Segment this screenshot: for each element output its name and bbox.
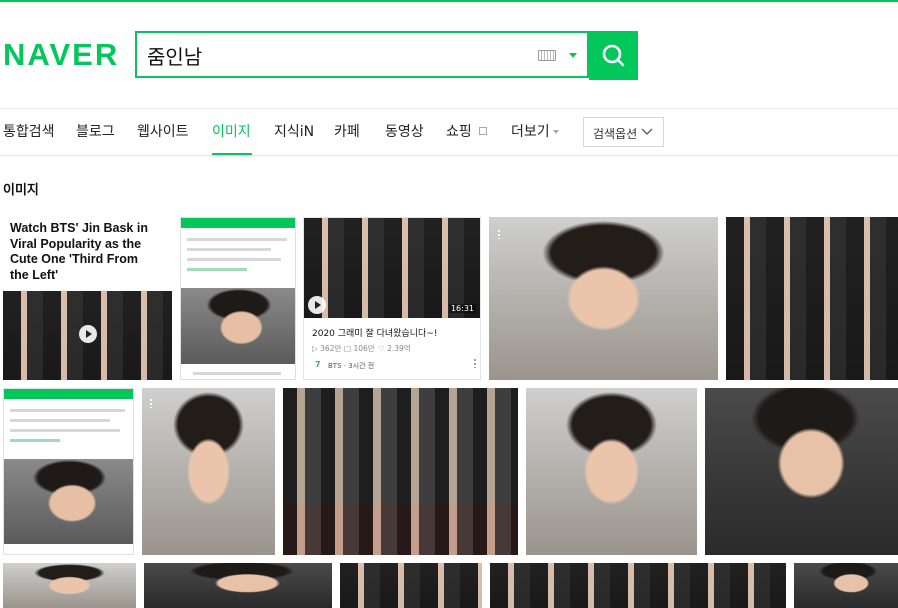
image-result-11[interactable] [3,563,136,608]
keyboard-icon[interactable] [538,50,556,61]
search-box [135,31,589,78]
play-icon [308,296,326,314]
image-result-6[interactable] [3,388,134,555]
image-result-10[interactable] [705,388,898,555]
video-likes: ♡ 2.39억 [378,344,411,353]
image-result-9[interactable] [526,388,697,555]
video-channel: BTS · 3시간 전 [328,362,375,370]
video-duration: 16:31 [448,304,476,313]
webpage-line [10,439,60,442]
webpage-line [187,238,287,241]
tabs-divider-bottom [0,155,898,156]
image-result-8[interactable] [283,388,518,555]
image-thumbnail [4,459,133,544]
webpage-header-bar [181,218,295,228]
webpage-line [10,419,110,422]
webpage-line [10,409,125,412]
image-result-title: Watch BTS' Jin Bask in Viral Popularity … [10,221,148,282]
search-options-label: 검색옵션 [593,127,638,141]
image-result-13[interactable] [340,563,482,608]
external-link-icon [479,127,487,135]
more-caret-icon [553,130,559,134]
tab-video[interactable]: 동영상 [385,121,424,143]
image-result-3[interactable]: 16:31 2020 그래미 잘 다녀왔습니다~! ▷ 362만 □ 106만 … [303,217,481,380]
video-caption: 2020 그래미 잘 다녀왔습니다~! [312,329,438,339]
tabs-divider-top [0,108,898,109]
video-views: ▷ 362만 [312,344,342,353]
image-thumbnail [181,288,295,364]
tab-website[interactable]: 웹사이트 [137,121,189,143]
more-options-icon[interactable] [150,398,152,408]
webpage-line [10,429,120,432]
section-title: 이미지 [3,183,39,198]
chevron-down-icon [641,128,653,135]
image-result-7[interactable] [142,388,275,555]
channel-rank: 7 [315,360,321,369]
image-result-5[interactable] [726,217,898,380]
webpage-header-bar [4,389,133,399]
video-comments: □ 106만 [344,344,375,353]
webpage-line [187,248,271,251]
image-result-12[interactable] [144,563,332,608]
tab-image[interactable]: 이미지 [212,121,251,143]
play-icon [79,325,97,343]
search-input[interactable] [147,41,527,69]
tab-cafe[interactable]: 카페 [334,121,360,143]
webpage-line [193,372,281,375]
tab-all[interactable]: 통합검색 [3,121,55,143]
image-result-1[interactable]: Watch BTS' Jin Bask in Viral Popularity … [3,217,172,380]
webpage-line [187,268,247,271]
search-options-button[interactable]: 검색옵션 [583,117,664,147]
top-accent-line [0,0,898,2]
image-result-14[interactable] [490,563,786,608]
image-thumbnail [304,218,480,318]
naver-logo[interactable]: NAVER [3,38,119,72]
chevron-down-icon[interactable] [569,53,577,58]
tab-knowledge-in[interactable]: 지식iN [274,121,314,143]
image-result-15[interactable] [794,563,898,608]
tab-blog[interactable]: 블로그 [76,121,115,143]
image-result-4[interactable] [489,217,718,380]
magnifier-icon [602,44,625,67]
tab-shopping[interactable]: 쇼핑 [446,121,472,143]
more-options-icon[interactable] [474,358,476,368]
tab-more[interactable]: 더보기 [511,121,550,143]
image-result-2[interactable] [180,217,296,380]
webpage-line [187,258,281,261]
more-options-icon[interactable] [498,229,500,239]
search-button[interactable] [589,31,638,80]
